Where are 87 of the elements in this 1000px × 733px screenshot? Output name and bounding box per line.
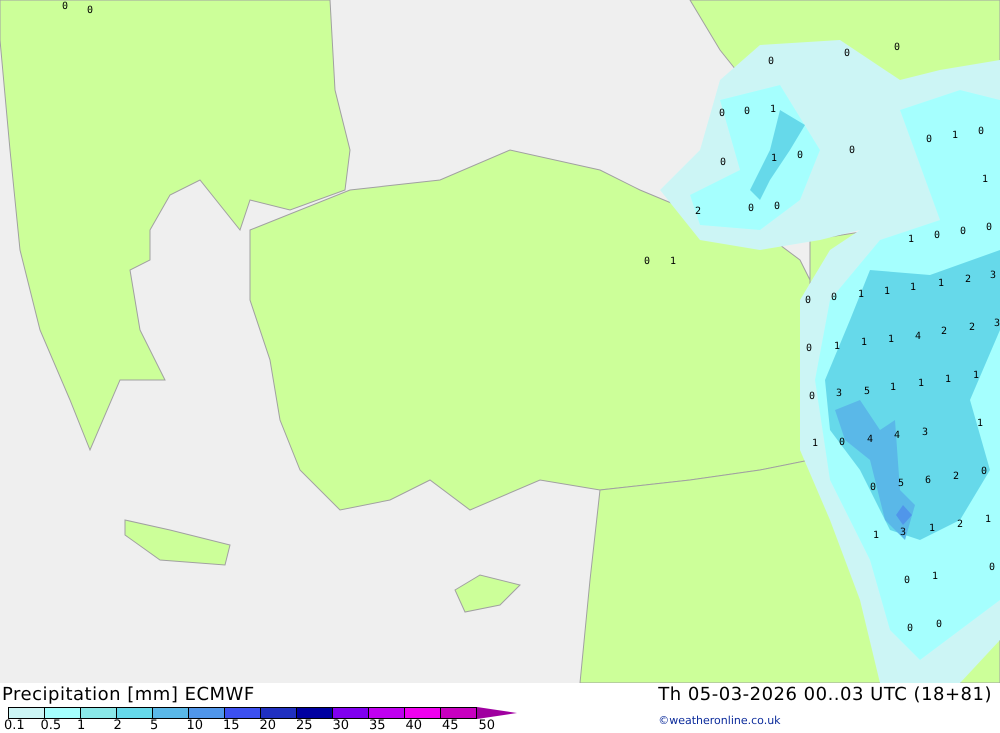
precip-value: 5 [898,478,904,489]
legend-tick-label: 30 [332,719,350,733]
precip-value: 2 [968,322,976,333]
precip-value: 3 [994,318,1000,329]
precip-value: 2 [694,206,702,217]
precip-value: 4 [866,434,874,445]
precip-value: 1 [860,337,868,348]
precip-value: 0 [926,134,932,145]
precip-value: 0 [718,108,726,119]
precip-value: 0 [936,619,942,630]
legend-arrow-icon [477,707,517,719]
precip-value: 1 [890,382,896,393]
precip-value: 2 [956,519,964,530]
precip-value: 0 [894,42,900,53]
legend-tick-label: 20 [260,719,278,733]
precip-value: 1 [976,418,984,429]
legend-tick-label: 2 [114,719,123,733]
precip-value: 0 [748,203,754,214]
legend-tick-label: 25 [296,719,314,733]
legend-tick-label: 5 [150,719,160,733]
precip-value: 1 [884,286,890,297]
map-title: Precipitation [mm] ECMWF [2,683,256,707]
precip-value: 0 [960,226,966,237]
precip-value: 1 [770,153,778,164]
legend-tick-label: 10 [186,719,204,733]
legend-tick-label: 1 [77,719,86,733]
precip-value: 0 [720,157,726,168]
precip-value: 0 [906,623,914,634]
precip-value: 1 [670,256,676,267]
precip-value: 6 [924,475,932,486]
precip-value: 0 [830,292,838,303]
precip-value: 0 [838,437,846,448]
precip-value: 0 [796,150,804,161]
precip-value: 0 [774,201,780,212]
precip-value: 5 [864,386,870,397]
precip-value: 1 [858,289,864,300]
precip-value: 3 [900,527,906,538]
precip-value: 0 [844,48,850,59]
forecast-time: Th 05-03-2026 00..03 UTC (18+81) [658,683,992,707]
precip-value: 0 [62,1,68,12]
precip-value: 0 [644,256,650,267]
precip-value: 0 [744,106,750,117]
precip-value: 2 [952,471,960,482]
legend-tick-label: 45 [442,719,460,733]
legend-tick-label: 15 [223,719,241,733]
precip-value: 0 [870,482,876,493]
precip-value: 0 [848,145,856,156]
precip-value: 1 [908,234,914,245]
precip-value: 1 [872,530,880,541]
precip-value: 3 [990,270,996,281]
legend-tick-label: 0.5 [40,719,62,733]
legend-tick-label: 50 [478,719,496,733]
precip-value: 0 [978,126,984,137]
precip-value: 2 [964,274,972,285]
precip-value: 1 [812,438,818,449]
legend-tick-label: 35 [369,719,387,733]
precip-value: 0 [808,391,816,402]
precip-value: 3 [922,427,928,438]
precip-value: 1 [770,104,776,115]
precip-value: 2 [940,326,948,337]
precip-value: 1 [910,282,916,293]
precip-value: 1 [918,378,924,389]
precip-value: 0 [980,466,988,477]
precip-value: 0 [904,575,910,586]
precip-value: 1 [984,514,992,525]
precip-value: 0 [768,56,774,67]
precip-value: 0 [934,230,940,241]
precip-value: 0 [804,295,812,306]
precip-value: 0 [986,222,992,233]
precip-value: 1 [888,334,894,345]
legend-tick-label: 0.1 [4,719,26,733]
precip-value: 1 [834,341,840,352]
precip-value: 3 [836,388,842,399]
credit-link[interactable]: ©weatheronline.co.uk [658,714,992,726]
precip-value: 1 [952,130,958,141]
precip-value: 0 [806,343,812,354]
precip-value: 1 [982,174,988,185]
precip-value: 0 [86,5,94,16]
legend-tick-label: 40 [406,719,424,733]
precip-value: 4 [914,331,922,342]
precip-value: 1 [932,571,938,582]
precip-value: 1 [972,370,980,381]
precip-value: 4 [894,430,900,441]
precip-value: 1 [944,374,952,385]
precip-value: 1 [928,523,936,534]
precip-value: 0 [988,562,996,573]
precip-value: 1 [938,278,944,289]
